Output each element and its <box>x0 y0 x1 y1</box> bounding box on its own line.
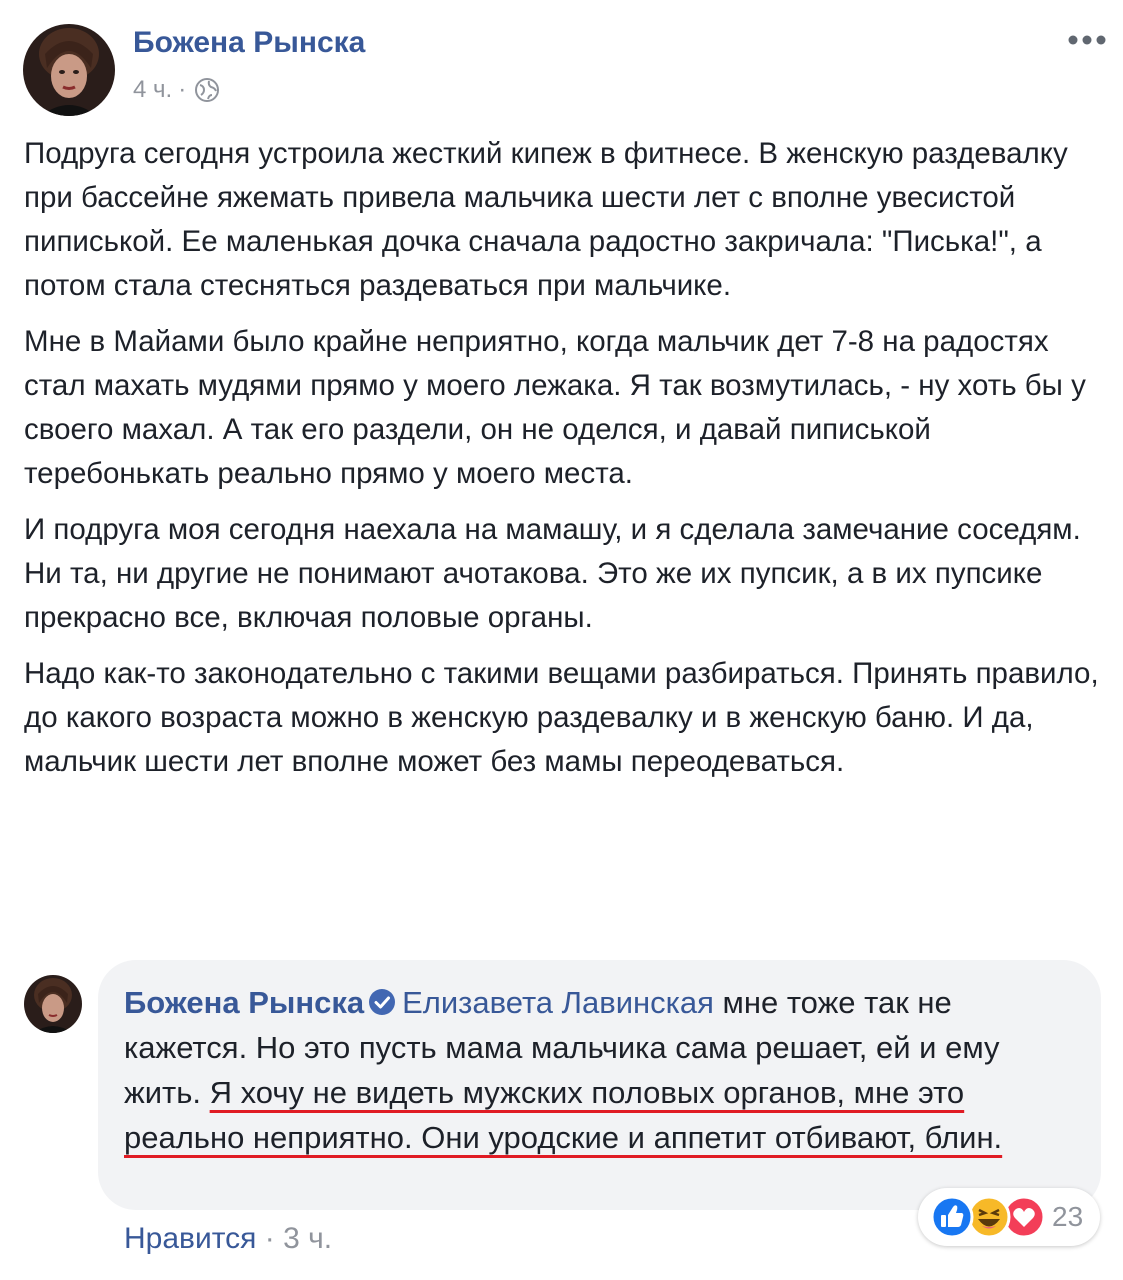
more-options-icon[interactable] <box>1066 30 1108 50</box>
globe-icon[interactable] <box>194 77 220 103</box>
comment-timestamp[interactable]: 3 ч. <box>283 1222 332 1255</box>
author-avatar[interactable] <box>23 24 115 116</box>
like-button[interactable]: Нравится <box>124 1222 256 1255</box>
comment-text-highlighted: Я хочу не видеть мужских половых органов… <box>124 1075 1003 1155</box>
haha-icon <box>967 1195 1011 1239</box>
post-paragraph: Надо как-то законодательно с такими веща… <box>24 657 1099 778</box>
comment-author-name[interactable]: Божена Рынска <box>124 985 364 1020</box>
comment-footer: Нравится · 3 ч. <box>124 1222 332 1256</box>
like-icon <box>930 1195 974 1239</box>
reaction-icons <box>926 1194 1056 1240</box>
comment-author-avatar[interactable] <box>24 975 82 1033</box>
post-paragraph: Мне в Майами было крайне неприятно, когд… <box>24 325 1086 490</box>
post-paragraph: И подруга моя сегодня наехала на мамашу,… <box>24 513 1081 634</box>
meta-separator: · <box>178 76 187 103</box>
post-body: Подруга сегодня устроила жесткий кипеж в… <box>24 132 1102 796</box>
reaction-count: 23 <box>1052 1201 1084 1232</box>
avatar-photo <box>23 24 115 116</box>
footer-separator: · <box>256 1222 284 1255</box>
post-paragraph: Подруга сегодня устроила жесткий кипеж в… <box>24 137 1068 302</box>
verified-badge-icon <box>368 983 396 1015</box>
comment-mention[interactable]: Елизавета Лавинская <box>402 985 714 1020</box>
comment-text: Божена Рынска Елизавета Лавинская мне тож… <box>124 980 1074 1160</box>
comment-avatar-photo <box>24 975 82 1033</box>
post-timestamp[interactable]: 4 ч. <box>133 76 172 104</box>
post-author-name[interactable]: Божена Рынска <box>133 26 365 60</box>
post-meta: 4 ч. · <box>133 76 220 104</box>
reactions-summary[interactable]: 23 <box>918 1188 1100 1246</box>
